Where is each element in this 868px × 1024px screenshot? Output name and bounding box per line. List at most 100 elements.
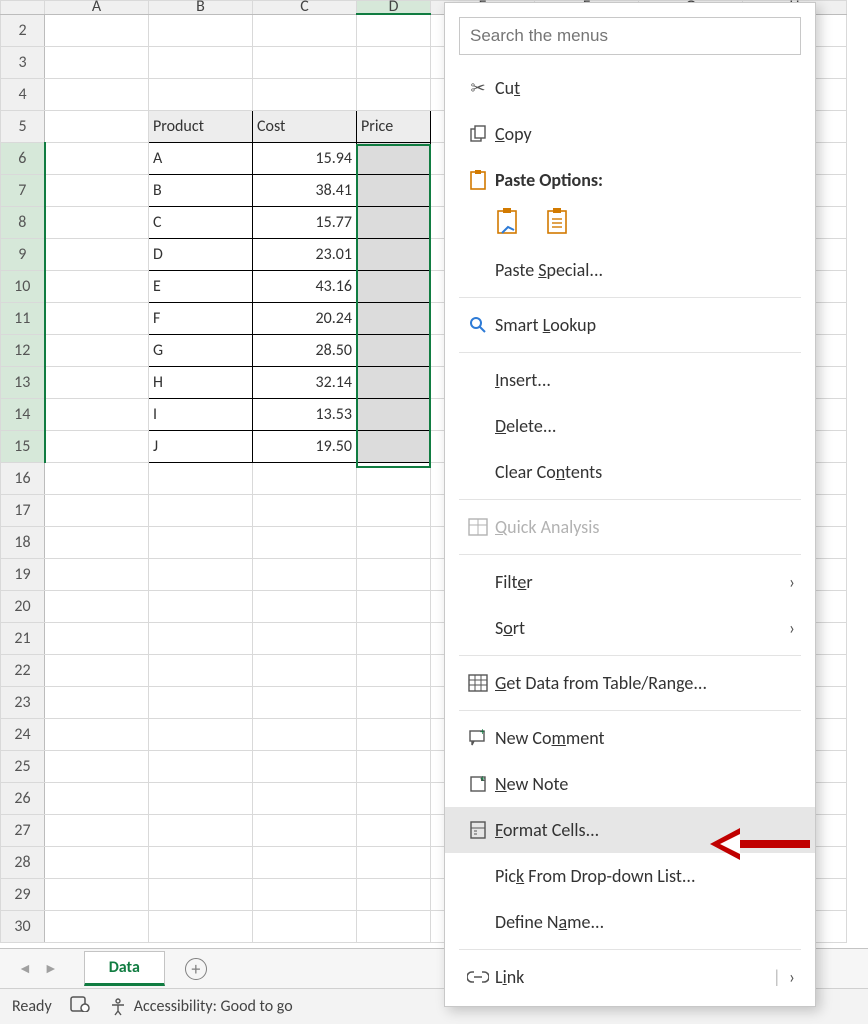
row-3[interactable]: 3 xyxy=(1,46,45,78)
row-19[interactable]: 19 xyxy=(1,558,45,590)
cell[interactable]: J xyxy=(149,430,253,462)
cell[interactable] xyxy=(253,846,357,878)
menu-format-cells[interactable]: Format Cells... xyxy=(445,807,815,853)
cell[interactable] xyxy=(357,206,431,238)
cell[interactable] xyxy=(45,206,149,238)
menu-delete[interactable]: Delete... xyxy=(445,403,815,449)
cell[interactable] xyxy=(149,718,253,750)
cell[interactable] xyxy=(357,878,431,910)
tab-next-icon[interactable]: ► xyxy=(44,960,58,977)
menu-get-data[interactable]: Get Data from Table/Range... xyxy=(445,660,815,706)
row-8[interactable]: 8 xyxy=(1,206,45,238)
cell[interactable]: Cost xyxy=(253,110,357,142)
cell[interactable] xyxy=(45,846,149,878)
cell[interactable] xyxy=(253,622,357,654)
row-12[interactable]: 12 xyxy=(1,334,45,366)
cell[interactable] xyxy=(45,462,149,494)
menu-pick-list[interactable]: Pick From Drop-down List... xyxy=(445,853,815,899)
row-14[interactable]: 14 xyxy=(1,398,45,430)
cell[interactable] xyxy=(45,302,149,334)
cell[interactable] xyxy=(45,398,149,430)
menu-new-note[interactable]: + New Note xyxy=(445,761,815,807)
tab-prev-icon[interactable]: ◄ xyxy=(18,960,32,977)
cell[interactable] xyxy=(357,398,431,430)
cell[interactable] xyxy=(357,686,431,718)
row-20[interactable]: 20 xyxy=(1,590,45,622)
cell[interactable] xyxy=(45,910,149,942)
cell[interactable] xyxy=(45,238,149,270)
row-26[interactable]: 26 xyxy=(1,782,45,814)
row-7[interactable]: 7 xyxy=(1,174,45,206)
cell[interactable] xyxy=(45,814,149,846)
menu-new-comment[interactable]: + New Comment xyxy=(445,715,815,761)
row-16[interactable]: 16 xyxy=(1,462,45,494)
cell[interactable] xyxy=(149,590,253,622)
row-30[interactable]: 30 xyxy=(1,910,45,942)
cell[interactable] xyxy=(149,878,253,910)
cell[interactable] xyxy=(357,622,431,654)
col-A[interactable]: A xyxy=(45,1,149,15)
cell[interactable]: I xyxy=(149,398,253,430)
cell[interactable] xyxy=(253,910,357,942)
corner[interactable] xyxy=(1,1,45,15)
cell[interactable] xyxy=(357,174,431,206)
cell[interactable] xyxy=(149,654,253,686)
cell[interactable] xyxy=(149,782,253,814)
row-5[interactable]: 5 xyxy=(1,110,45,142)
menu-copy[interactable]: Copy xyxy=(445,111,815,157)
cell[interactable] xyxy=(253,78,357,110)
cell[interactable] xyxy=(357,526,431,558)
cell[interactable]: 19.50 xyxy=(253,430,357,462)
cell[interactable] xyxy=(357,462,431,494)
cell[interactable] xyxy=(357,718,431,750)
cell[interactable]: 43.16 xyxy=(253,270,357,302)
cell[interactable] xyxy=(357,14,431,46)
cell[interactable]: F xyxy=(149,302,253,334)
cell[interactable] xyxy=(357,782,431,814)
cell[interactable] xyxy=(149,814,253,846)
cell[interactable] xyxy=(149,846,253,878)
cell[interactable] xyxy=(149,494,253,526)
cell[interactable] xyxy=(357,910,431,942)
paste-option-values[interactable] xyxy=(545,205,573,239)
row-22[interactable]: 22 xyxy=(1,654,45,686)
menu-insert[interactable]: Insert... xyxy=(445,357,815,403)
cell[interactable] xyxy=(45,558,149,590)
cell[interactable] xyxy=(45,494,149,526)
cell[interactable] xyxy=(357,238,431,270)
row-18[interactable]: 18 xyxy=(1,526,45,558)
row-17[interactable]: 17 xyxy=(1,494,45,526)
cell[interactable]: A xyxy=(149,142,253,174)
row-21[interactable]: 21 xyxy=(1,622,45,654)
cell[interactable] xyxy=(253,14,357,46)
col-D[interactable]: D xyxy=(357,1,431,15)
cell[interactable] xyxy=(149,78,253,110)
row-2[interactable]: 2 xyxy=(1,14,45,46)
cell[interactable]: 15.77 xyxy=(253,206,357,238)
cell[interactable]: E xyxy=(149,270,253,302)
cell[interactable]: 28.50 xyxy=(253,334,357,366)
menu-define-name[interactable]: Define Name... xyxy=(445,899,815,945)
col-B[interactable]: B xyxy=(149,1,253,15)
cell[interactable]: 23.01 xyxy=(253,238,357,270)
cell[interactable] xyxy=(45,526,149,558)
paste-option-paste[interactable] xyxy=(495,205,523,239)
cell[interactable] xyxy=(45,718,149,750)
cell[interactable] xyxy=(253,878,357,910)
row-27[interactable]: 27 xyxy=(1,814,45,846)
row-10[interactable]: 10 xyxy=(1,270,45,302)
cell[interactable]: 15.94 xyxy=(253,142,357,174)
cell[interactable] xyxy=(149,462,253,494)
menu-link[interactable]: Link | › xyxy=(445,954,815,1000)
cell[interactable]: 32.14 xyxy=(253,366,357,398)
menu-clear-contents[interactable]: Clear Contents xyxy=(445,449,815,495)
cell[interactable]: 38.41 xyxy=(253,174,357,206)
cell[interactable] xyxy=(357,590,431,622)
cell[interactable] xyxy=(45,878,149,910)
row-23[interactable]: 23 xyxy=(1,686,45,718)
row-11[interactable]: 11 xyxy=(1,302,45,334)
cell[interactable] xyxy=(45,174,149,206)
cell[interactable]: C xyxy=(149,206,253,238)
cell[interactable] xyxy=(45,654,149,686)
row-15[interactable]: 15 xyxy=(1,430,45,462)
